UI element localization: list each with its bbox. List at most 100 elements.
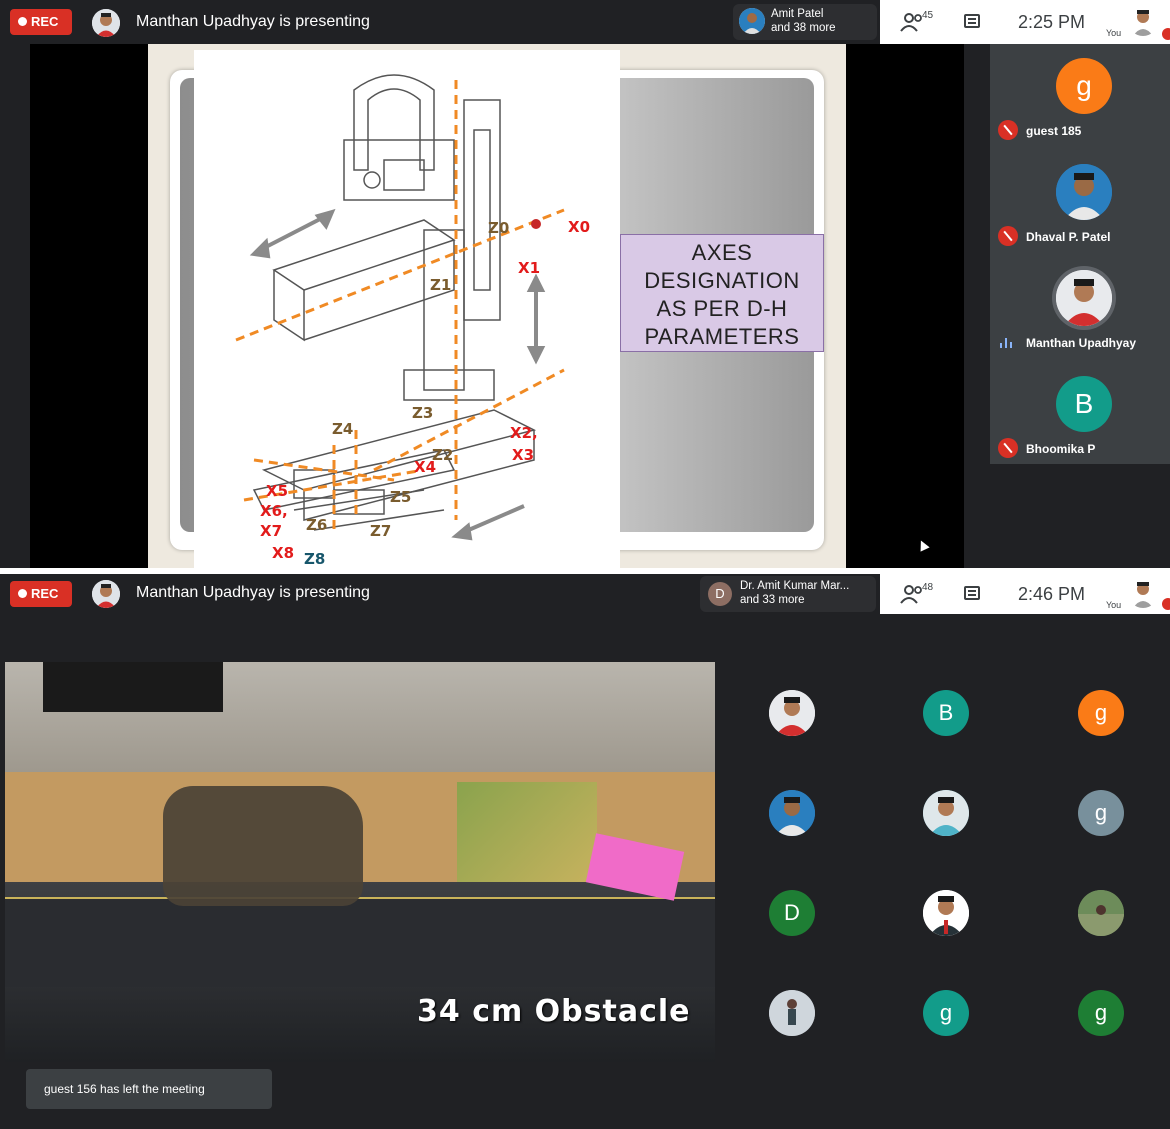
participant-avatar (739, 8, 765, 34)
axis-label-x3: X3 (512, 446, 534, 464)
axis-label-z1: Z1 (430, 276, 451, 294)
people-count: 48 (922, 582, 934, 593)
participant-tile[interactable]: B (923, 690, 969, 736)
participant-avatar: D (708, 582, 732, 606)
box-line: AXES (691, 240, 753, 265)
box-line: PARAMETERS (644, 324, 800, 349)
notification-toast: guest 156 has left the meeting (26, 1069, 272, 1109)
record-dot-icon (18, 589, 27, 598)
axis-label-z5: Z5 (390, 488, 411, 506)
axis-label-x8: X8 (272, 544, 294, 562)
self-avatar[interactable] (1128, 578, 1158, 608)
rec-label: REC (31, 586, 59, 601)
mic-off-icon (998, 226, 1018, 246)
controls-tray: 45 2:25 PM You (880, 0, 1170, 44)
participant-avatar (1056, 270, 1112, 326)
top-bar: REC Manthan Upadhyay is presenting D Dr.… (0, 574, 1170, 614)
axis-label-x1: X1 (518, 259, 540, 277)
stage-letterbox-right (846, 44, 964, 568)
others-name: Amit Patel (771, 8, 824, 20)
participant-tile[interactable]: g guest 185 (990, 44, 1170, 150)
participant-tile[interactable]: g (1078, 690, 1124, 736)
axis-label-x0: X0 (568, 218, 590, 236)
dh-axes-diagram: Z0 X0 X1 Z1 Z2 Z3 Z4 X2, X3 X4 X5 X6, X7… (194, 50, 620, 568)
record-dot-icon (18, 17, 27, 26)
others-more: and 38 more (771, 22, 836, 34)
participant-tile[interactable] (923, 890, 969, 936)
rec-label: REC (31, 14, 59, 29)
controls-tray: 48 2:46 PM You (880, 574, 1170, 614)
box-line: DESIGNATION (644, 268, 800, 293)
participant-name: guest 185 (1026, 124, 1082, 138)
axis-label-x6: X6, (260, 502, 288, 520)
self-mic-off-icon (1162, 28, 1170, 40)
cheetah-robot-image (163, 786, 363, 906)
participant-tile[interactable] (1078, 890, 1124, 936)
video-scene-element (43, 662, 223, 712)
participant-tile[interactable]: g (923, 990, 969, 1036)
participant-tile[interactable]: Manthan Upadhyay (990, 256, 1170, 362)
top-bar: REC Manthan Upadhyay is presenting Amit … (0, 0, 1170, 44)
participant-tile[interactable] (769, 990, 815, 1036)
axes-designation-box: AXES DESIGNATION AS PER D-H PARAMETERS (620, 234, 824, 352)
participant-avatar: B (1056, 376, 1112, 432)
participant-tile[interactable]: g (1078, 990, 1124, 1036)
axis-label-z3: Z3 (412, 404, 433, 422)
presenter-avatar (92, 9, 120, 37)
shared-video: 34 cm Obstacle (5, 662, 715, 1062)
others-name: Dr. Amit Kumar Mar... (740, 580, 850, 592)
axis-label-z8: Z8 (304, 550, 325, 568)
mic-off-icon (998, 120, 1018, 140)
participant-sidebar: g guest 185 Dhaval P. Patel Manthan Upad… (990, 44, 1170, 464)
chat-icon[interactable] (964, 586, 980, 600)
participant-name: Dhaval P. Patel (1026, 230, 1111, 244)
axis-label-x5: X5 (266, 482, 288, 500)
others-more: and 33 more (740, 594, 805, 606)
participant-tile[interactable] (923, 790, 969, 836)
participant-avatar (1056, 164, 1112, 220)
clock-time: 2:46 PM (1018, 584, 1086, 604)
axis-label-x2: X2, (510, 424, 538, 442)
speaking-indicator-icon (1000, 338, 1014, 348)
treadmill-track (5, 897, 715, 987)
you-label: You (1106, 28, 1122, 38)
you-label: You (1106, 600, 1122, 610)
participant-tile[interactable]: D (769, 890, 815, 936)
participants-summary[interactable]: D Dr. Amit Kumar Mar... and 33 more (700, 576, 876, 612)
participant-grid: B g g D g g (715, 662, 1170, 1062)
participant-tile[interactable] (769, 790, 815, 836)
participant-name: Manthan Upadhyay (1026, 336, 1137, 350)
video-caption: 34 cm Obstacle (417, 994, 691, 1029)
presenting-text: Manthan Upadhyay is presenting (136, 584, 370, 601)
participant-tile[interactable]: Dhaval P. Patel (990, 150, 1170, 256)
presenting-text: Manthan Upadhyay is presenting (136, 13, 370, 30)
self-mic-off-icon (1162, 598, 1170, 610)
recording-badge: REC (10, 581, 72, 607)
self-avatar[interactable] (1128, 6, 1158, 36)
people-count: 45 (922, 10, 934, 21)
participant-name: Bhoomika P (1026, 442, 1096, 456)
axis-label-z4: Z4 (332, 420, 353, 438)
presentation-slide: Z0 X0 X1 Z1 Z2 Z3 Z4 X2, X3 X4 X5 X6, X7… (148, 44, 846, 568)
axis-label-z6: Z6 (306, 516, 327, 534)
mic-off-icon (998, 438, 1018, 458)
axis-label-z0: Z0 (488, 219, 509, 237)
participant-avatar: g (1056, 58, 1112, 114)
participant-tile[interactable]: g (1078, 790, 1124, 836)
participants-summary[interactable]: Amit Patel and 38 more (733, 4, 877, 40)
stage-letterbox-left (30, 44, 148, 568)
cheetah-poster-image (457, 782, 597, 882)
clock-time: 2:25 PM (1018, 12, 1086, 32)
box-line: AS PER D-H (656, 296, 788, 321)
recording-badge: REC (10, 9, 72, 35)
robot-diagram-svg: Z0 X0 X1 Z1 Z2 Z3 Z4 X2, X3 X4 X5 X6, X7… (235, 74, 590, 568)
presenter-avatar (92, 580, 120, 608)
participant-tile[interactable] (769, 690, 815, 736)
participant-tile[interactable]: B Bhoomika P (990, 362, 1170, 468)
meeting-screenshot-top: REC Manthan Upadhyay is presenting Amit … (0, 0, 1170, 568)
axis-label-z7: Z7 (370, 522, 391, 540)
meeting-screenshot-bottom: REC Manthan Upadhyay is presenting D Dr.… (0, 574, 1170, 1129)
axis-label-x4: X4 (414, 458, 436, 476)
axis-label-x7: X7 (260, 522, 282, 540)
chat-icon[interactable] (964, 14, 980, 28)
